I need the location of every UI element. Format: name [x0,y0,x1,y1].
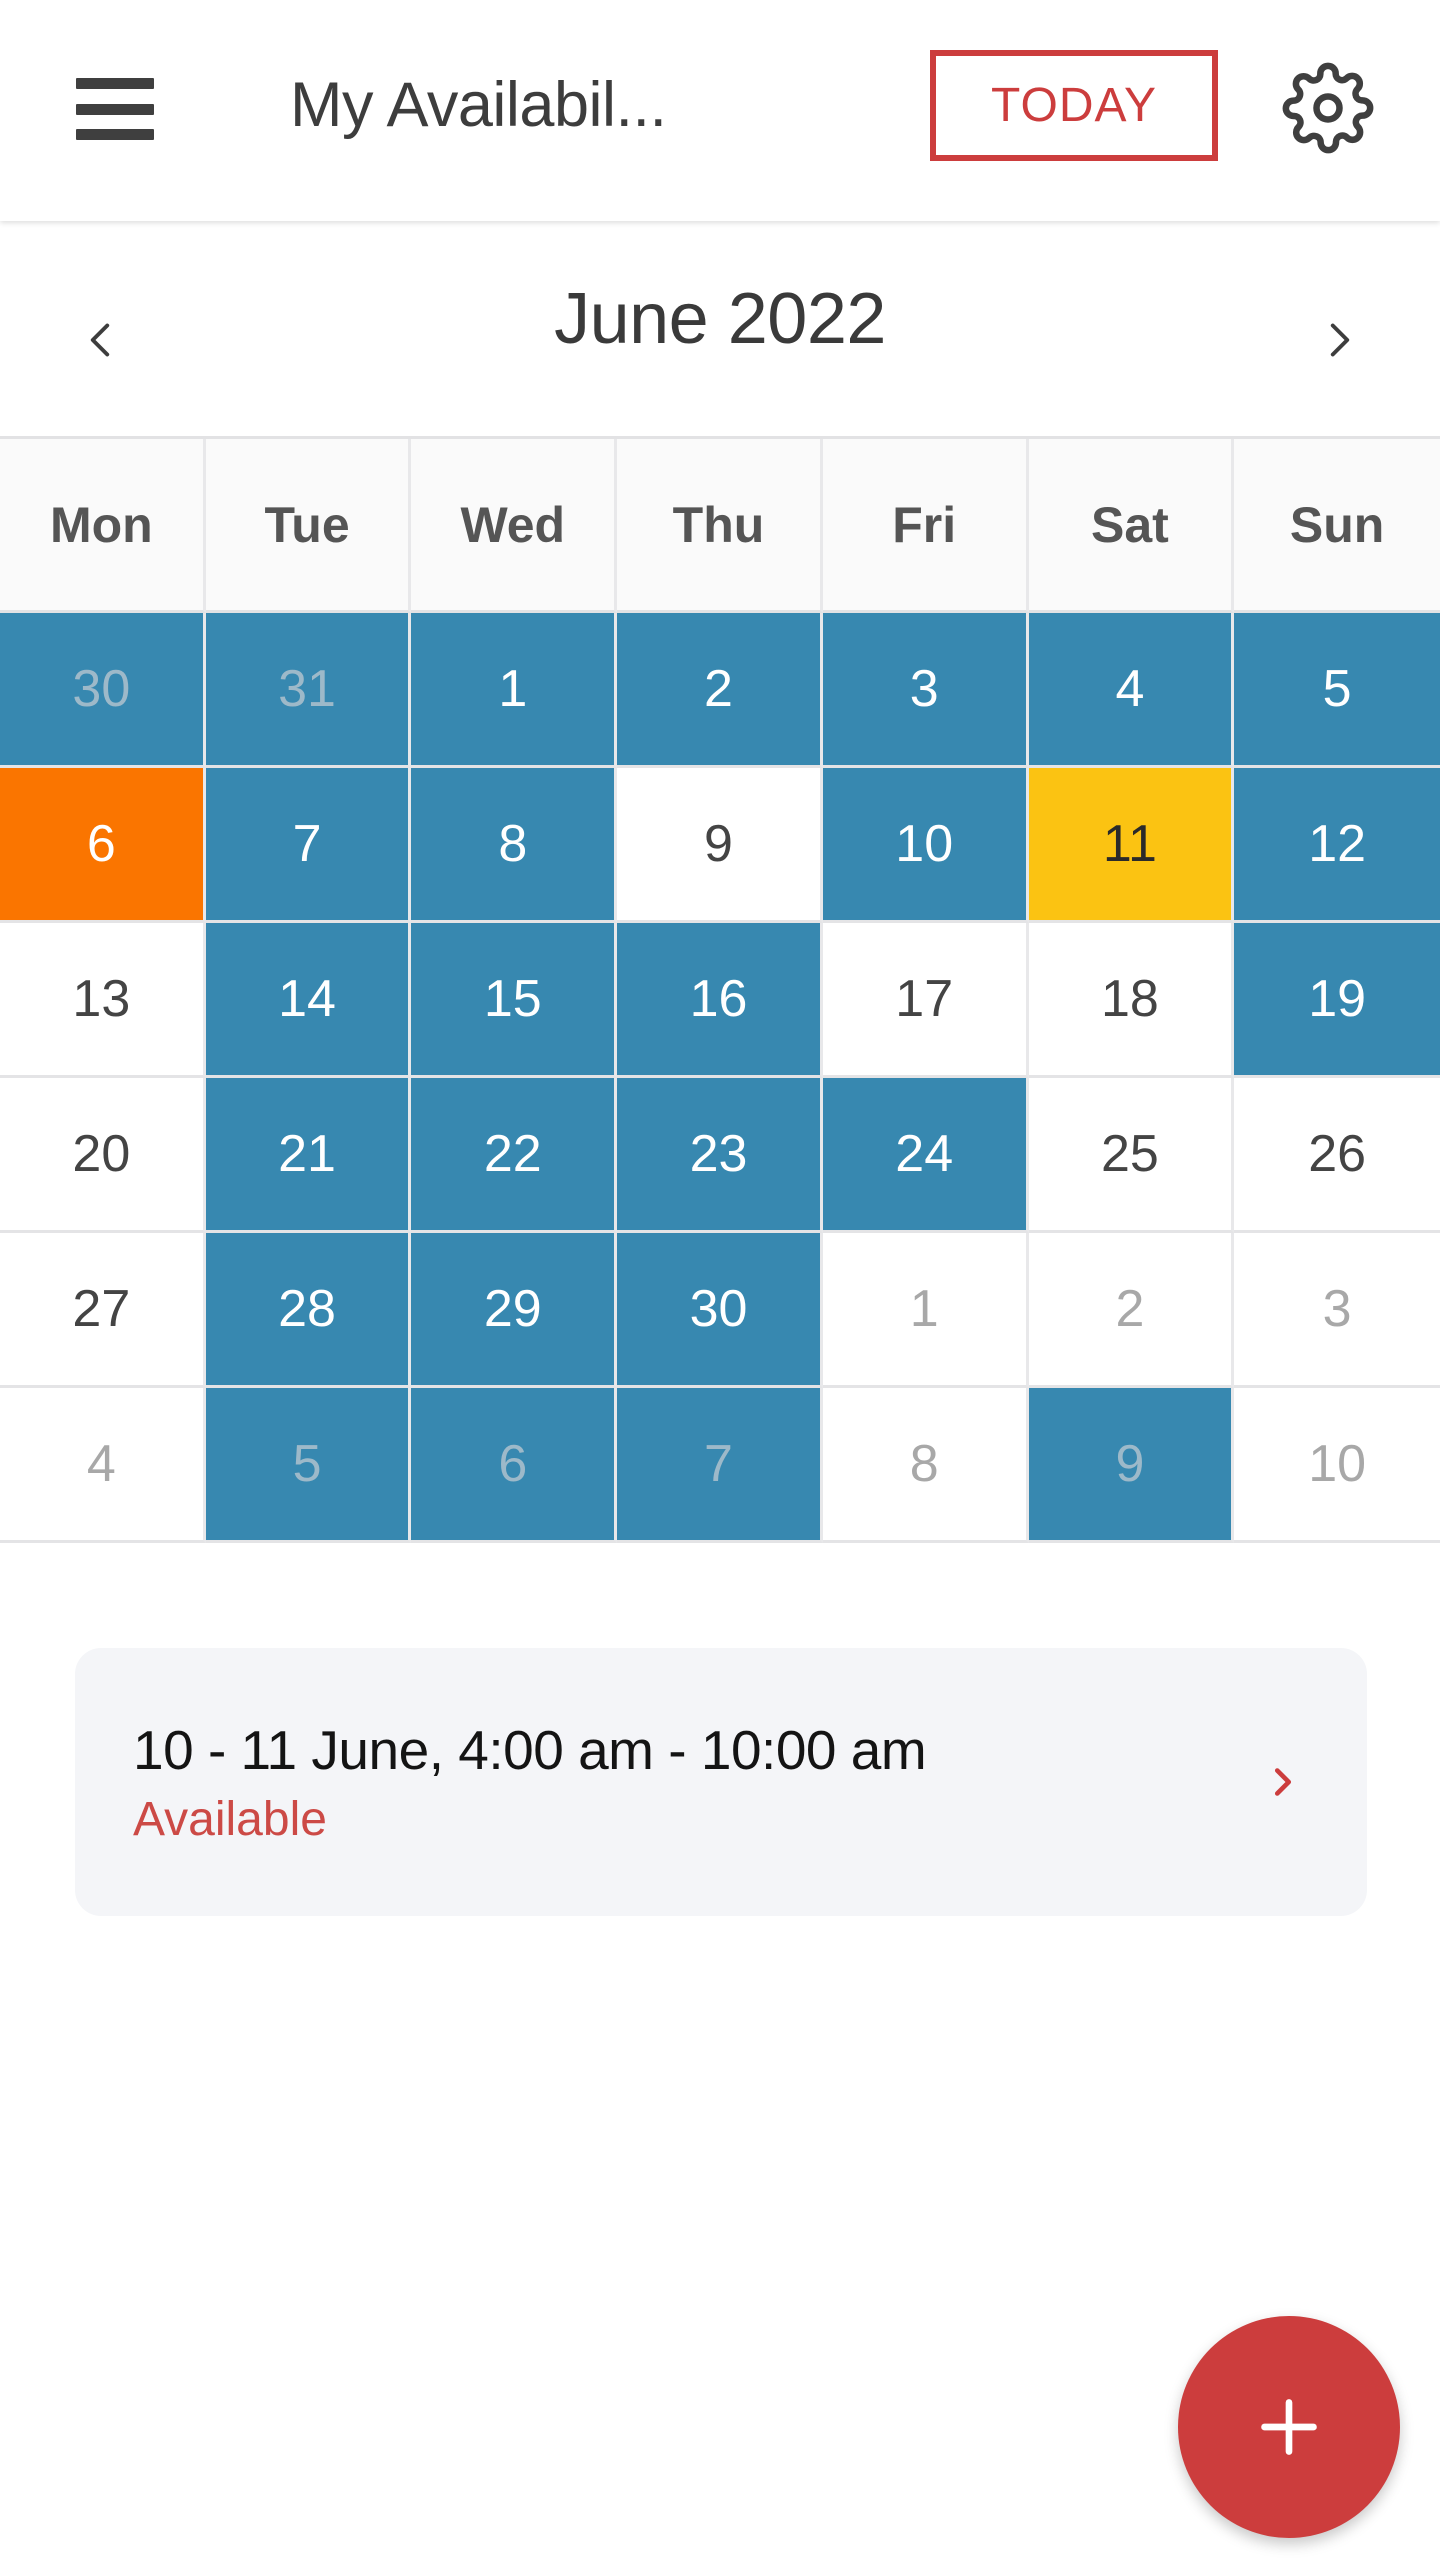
calendar-day-cell[interactable]: 20 [0,1078,206,1233]
calendar-day-cell[interactable]: 1 [822,1233,1029,1388]
calendar-day-cell[interactable]: 24 [822,1078,1029,1233]
calendar-day-cell[interactable]: 3 [822,613,1029,768]
event-status-label: Available [133,1792,327,1846]
calendar-week-row: 4 5 6 7 8 9 10 [0,1388,1440,1543]
calendar-week-row: 6 7 8 9 10 11 12 [0,768,1440,923]
calendar-day-cell[interactable]: 15 [411,923,618,1078]
calendar-day-cell[interactable]: 16 [617,923,823,1078]
calendar-day-cell[interactable]: 30 [0,613,206,768]
weekday-header-thu: Thu [617,439,823,613]
calendar-day-cell[interactable]: 22 [411,1078,618,1233]
calendar-day-cell[interactable]: 18 [1028,923,1235,1078]
month-navigation: June 2022 [0,250,1440,430]
calendar-day-cell[interactable]: 5 [1234,613,1440,768]
calendar-day-cell[interactable]: 23 [617,1078,823,1233]
calendar-day-cell[interactable]: 28 [205,1233,412,1388]
calendar-day-cell[interactable]: 1 [411,613,618,768]
weekday-header-sat: Sat [1028,439,1235,613]
hamburger-menu-icon[interactable] [76,78,154,140]
page-title: My Availabil... [290,70,667,140]
calendar-day-cell[interactable]: 7 [617,1388,823,1543]
calendar-day-cell[interactable]: 17 [822,923,1029,1078]
availability-event-card[interactable]: 10 - 11 June, 4:00 am - 10:00 am Availab… [75,1648,1367,1916]
calendar-day-cell[interactable]: 8 [822,1388,1029,1543]
weekday-header-tue: Tue [205,439,412,613]
calendar-day-cell[interactable]: 14 [205,923,412,1078]
weekday-header-row: Mon Tue Wed Thu Fri Sat Sun [0,436,1440,613]
calendar-week-row: 27 28 29 30 1 2 3 [0,1233,1440,1388]
weekday-header-wed: Wed [411,439,618,613]
calendar-day-cell[interactable]: 2 [1028,1233,1235,1388]
calendar-day-cell[interactable]: 9 [1028,1388,1235,1543]
calendar-day-cell[interactable]: 4 [1028,613,1235,768]
calendar-day-cell[interactable]: 12 [1234,768,1440,923]
calendar-day-cell[interactable]: 7 [205,768,412,923]
top-toolbar: My Availabil... TODAY [0,0,1440,221]
chevron-right-icon[interactable] [1285,285,1395,395]
gear-icon[interactable] [1272,52,1384,164]
calendar-day-cell[interactable]: 10 [822,768,1029,923]
calendar-day-cell[interactable]: 11 [1028,768,1235,923]
hamburger-bar [76,78,154,89]
calendar-day-cell[interactable]: 13 [0,923,206,1078]
calendar-day-cell[interactable]: 6 [411,1388,618,1543]
event-time-range: 10 - 11 June, 4:00 am - 10:00 am [133,1718,927,1781]
hamburger-bar [76,129,154,140]
calendar-day-cell[interactable]: 3 [1234,1233,1440,1388]
calendar-day-cell[interactable]: 9 [617,768,823,923]
calendar-day-cell[interactable]: 31 [205,613,412,768]
calendar-day-cell[interactable]: 4 [0,1388,206,1543]
calendar-week-row: 13 14 15 16 17 18 19 [0,923,1440,1078]
calendar-week-row: 20 21 22 23 24 25 26 [0,1078,1440,1233]
event-text-group: 10 - 11 June, 4:00 am - 10:00 am Availab… [133,1718,1239,1847]
add-availability-fab[interactable] [1178,2316,1400,2538]
calendar-day-cell[interactable]: 8 [411,768,618,923]
calendar-day-cell[interactable]: 29 [411,1233,618,1388]
calendar-week-row: 30 31 1 2 3 4 5 [0,613,1440,768]
calendar-day-cell[interactable]: 30 [617,1233,823,1388]
calendar-day-cell[interactable]: 10 [1234,1388,1440,1543]
weekday-header-mon: Mon [0,439,206,613]
calendar-weeks: 30 31 1 2 3 4 5 6 7 8 9 10 11 12 13 14 15 16 17 18 19 20 21 22 2… [0,613,1440,1543]
calendar-day-cell[interactable]: 6 [0,768,206,923]
month-year-label: June 2022 [554,279,886,359]
hamburger-bar [76,103,154,115]
calendar-day-cell[interactable]: 26 [1234,1078,1440,1233]
plus-icon [1261,2399,1317,2455]
calendar-day-cell[interactable]: 21 [205,1078,412,1233]
calendar-grid: Mon Tue Wed Thu Fri Sat Sun 30 31 1 2 3 4 5 6 7 8 9 10 11 1… [0,436,1440,1543]
today-button[interactable]: TODAY [930,50,1218,161]
calendar-day-cell[interactable]: 25 [1028,1078,1235,1233]
calendar-day-cell[interactable]: 2 [617,613,823,768]
chevron-right-icon[interactable] [1253,1737,1313,1827]
weekday-header-fri: Fri [822,439,1029,613]
calendar-day-cell[interactable]: 19 [1234,923,1440,1078]
availability-calendar-screen: My Availabil... TODAY June 2022 Mon Tue We… [0,0,1440,2560]
calendar-day-cell[interactable]: 5 [205,1388,412,1543]
calendar-day-cell[interactable]: 27 [0,1233,206,1388]
weekday-header-sun: Sun [1234,439,1440,613]
